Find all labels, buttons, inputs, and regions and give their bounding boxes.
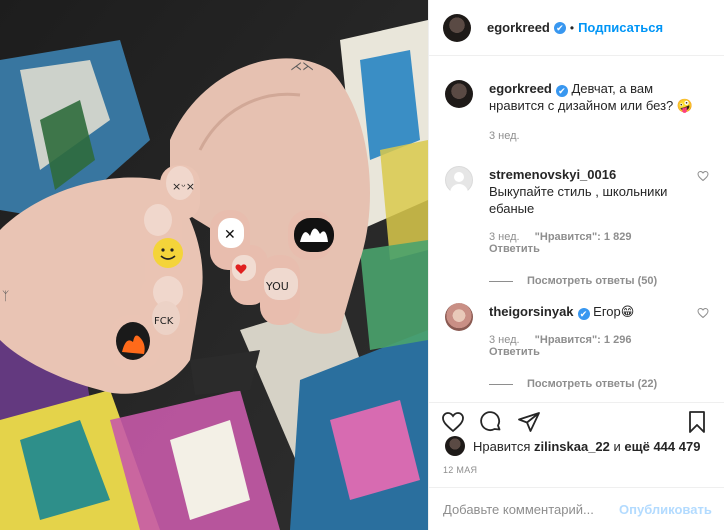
add-comment-bar: Опубликовать: [429, 487, 724, 530]
share-icon[interactable]: [517, 410, 541, 434]
follow-button[interactable]: Подписаться: [578, 20, 663, 35]
comment-time[interactable]: 3 нед.: [489, 334, 520, 346]
comment-icon[interactable]: [479, 410, 503, 434]
svg-text:ᛉ: ᛉ: [2, 289, 9, 303]
bookmark-icon[interactable]: [685, 410, 709, 434]
like-comment-heart-icon[interactable]: [697, 170, 709, 182]
comment-item: stremenovskyi_0016 Выкупайте стиль , шко…: [445, 142, 709, 287]
svg-text:⋌⋋: ⋌⋋: [290, 59, 314, 73]
caption-time[interactable]: 3 нед.: [489, 130, 520, 142]
comment-item: theigorsinyak ✔ Егор😁 3 нед. "Нравится": …: [445, 287, 709, 390]
author-avatar[interactable]: [443, 13, 471, 42]
caption-meta: 3 нед.: [489, 130, 709, 142]
comment-time[interactable]: 3 нед.: [489, 231, 520, 243]
comment-avatar[interactable]: [445, 166, 473, 194]
liker-username[interactable]: zilinskaa_22: [534, 439, 610, 454]
verified-badge-icon: ✔: [577, 308, 590, 320]
post-header: egorkreed ✔ • Подписаться: [429, 0, 724, 56]
replies-divider: [489, 280, 513, 282]
comment-username[interactable]: stremenovskyi_0016: [489, 167, 616, 182]
likes-prefix: Нравится: [473, 438, 531, 454]
comment-username[interactable]: theigorsinyak: [489, 304, 574, 319]
author-username[interactable]: egorkreed: [487, 20, 550, 35]
caption-avatar[interactable]: [445, 80, 473, 108]
post-photo[interactable]: ×ᵕ× FCK ✕ YOU ⋌⋋ ᛉ: [0, 0, 428, 530]
view-replies-button[interactable]: Посмотреть ответы (50): [459, 275, 697, 287]
liker-avatar[interactable]: [445, 436, 465, 456]
view-replies-label: Посмотреть ответы (50): [527, 275, 658, 287]
verified-badge-icon: ✔: [553, 21, 566, 34]
separator-dot: •: [569, 20, 575, 35]
comment-likes[interactable]: "Нравится": 1 829: [535, 231, 632, 243]
comment-avatar[interactable]: [445, 303, 473, 331]
heart-icon[interactable]: [441, 410, 465, 434]
post-date[interactable]: 12 МАЯ: [443, 465, 477, 475]
comments-list[interactable]: egorkreed ✔ Девчат, а вам нравится с диза…: [429, 57, 724, 402]
svg-text:YOU: YOU: [265, 280, 289, 293]
comment-text: Егор😁: [593, 304, 635, 319]
view-replies-button[interactable]: Посмотреть ответы (22): [459, 378, 697, 390]
verified-badge-icon: ✔: [555, 85, 568, 97]
replies-divider: [489, 383, 513, 385]
likes-count-button[interactable]: ещё 444 479: [624, 439, 700, 454]
publish-button[interactable]: Опубликовать: [619, 502, 712, 517]
reply-button[interactable]: Ответить: [489, 346, 540, 358]
caption-username[interactable]: egorkreed: [489, 81, 552, 96]
comment-input[interactable]: [443, 501, 619, 517]
likes-middle: и: [613, 438, 621, 454]
post-actions-bar: [429, 402, 724, 435]
reply-button[interactable]: Ответить: [489, 243, 540, 255]
caption: egorkreed ✔ Девчат, а вам нравится с диза…: [445, 57, 709, 142]
svg-text:×ᵕ×: ×ᵕ×: [172, 180, 195, 193]
comment-meta: 3 нед. "Нравится": 1 296 Ответить: [489, 334, 697, 358]
comment-likes[interactable]: "Нравится": 1 296: [535, 334, 632, 346]
likes-summary: Нравится zilinskaa_22 и ещё 444 479: [445, 436, 700, 456]
post-side-panel: egorkreed ✔ • Подписаться egorkreed ✔ Дев…: [428, 0, 724, 530]
hands-nails-photo: ×ᵕ× FCK ✕ YOU ⋌⋋ ᛉ: [0, 0, 428, 530]
instagram-post-view: ×ᵕ× FCK ✕ YOU ⋌⋋ ᛉ egorkreed ✔ • Подписа…: [0, 0, 724, 530]
comment-text: Выкупайте стиль , школьники ебаные: [489, 184, 668, 216]
view-replies-label: Посмотреть ответы (22): [527, 378, 658, 390]
comment-meta: 3 нед. "Нравится": 1 829 Ответить: [489, 231, 697, 255]
like-comment-heart-icon[interactable]: [697, 307, 709, 319]
svg-text:✕: ✕: [224, 227, 236, 243]
svg-text:FCK: FCK: [154, 316, 174, 327]
